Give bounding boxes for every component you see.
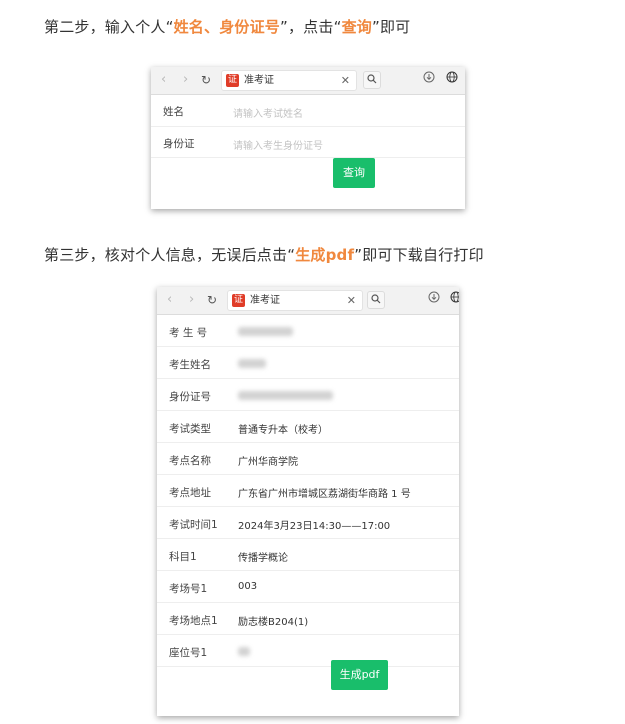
info-label: 考点地址 (169, 487, 211, 499)
step2-prefix: 第二步，输入个人 (44, 18, 166, 36)
globe-glyph (446, 71, 458, 83)
redacted-value (238, 327, 293, 336)
download-icon[interactable] (425, 291, 443, 309)
browser-toolbar: ‹ › ↻ 证 准考证 ✕ (151, 67, 465, 95)
info-label: 考试时间1 (169, 519, 218, 531)
info-label: 考场地点1 (169, 615, 218, 627)
search-icon[interactable] (363, 71, 381, 89)
info-row: 座位号1 (157, 635, 459, 667)
generate-pdf-button[interactable]: 生成pdf (331, 660, 388, 690)
redacted-value (238, 647, 250, 656)
back-icon[interactable]: ‹ (161, 71, 166, 89)
name-label: 姓名 (163, 106, 184, 118)
info-value: 003 (238, 581, 258, 592)
query-button[interactable]: 查询 (333, 158, 375, 188)
id-label: 身份证 (163, 138, 195, 150)
search-icon[interactable] (367, 291, 385, 309)
info-row: 考生姓名 (157, 347, 459, 379)
step2-instruction: 第二步，输入个人“姓名、身份证号”，点击“查询”即可 (44, 16, 410, 37)
info-value: 2024年3月23日14:30——17:00 (238, 521, 391, 532)
query-form-screenshot: ‹ › ↻ 证 准考证 ✕ 姓名 请输入考试姓名 身份证 请输入考生身份证号 查… (151, 67, 465, 209)
info-row: 考点名称 广州华商学院 (157, 443, 459, 475)
globe-icon[interactable] (447, 291, 459, 309)
info-row: 考场号1 003 (157, 571, 459, 603)
name-input[interactable]: 请输入考试姓名 (233, 105, 303, 120)
info-label: 考生姓名 (169, 359, 211, 371)
forward-icon[interactable]: › (189, 291, 194, 309)
info-row: 考场地点1 励志楼B204(1) (157, 603, 459, 635)
admission-ticket-screenshot: ‹ › ↻ 证 准考证 ✕ 考 生 号 考生姓名 身份证号 考试类型 普通专升本… (157, 287, 459, 716)
info-row: 考试类型 普通专升本（校考） (157, 411, 459, 443)
favicon-icon: 证 (232, 294, 245, 307)
browser-tab[interactable]: 证 准考证 ✕ (227, 290, 363, 311)
quote-close: ” (371, 18, 380, 36)
step2-highlight: 姓名、身份证号 (173, 18, 280, 36)
redacted-value (238, 391, 333, 400)
id-row: 身份证 请输入考生身份证号 (151, 127, 465, 158)
info-row: 身份证号 (157, 379, 459, 411)
info-row: 考点地址 广东省广州市增城区荔湖街华商路 1 号 (157, 475, 459, 507)
info-label: 考场号1 (169, 583, 208, 595)
reload-icon[interactable]: ↻ (201, 71, 211, 89)
step3-highlight: 生成pdf (295, 246, 355, 264)
step3-prefix: 第三步，核对个人信息，无误后点击 (44, 246, 288, 264)
search-glyph (371, 294, 381, 304)
forward-icon[interactable]: › (183, 71, 188, 89)
info-row: 考试时间1 2024年3月23日14:30——17:00 (157, 507, 459, 539)
search-glyph (367, 74, 377, 84)
tab-title: 准考证 (250, 295, 280, 306)
step2-suffix: 即可 (379, 18, 411, 36)
info-value: 普通专升本（校考） (238, 425, 328, 436)
id-input[interactable]: 请输入考生身份证号 (233, 137, 323, 152)
info-value: 广州华商学院 (238, 457, 298, 468)
reload-icon[interactable]: ↻ (207, 291, 217, 309)
info-label: 座位号1 (169, 647, 208, 659)
step3-suffix: 即可下载自行打印 (362, 246, 484, 264)
download-glyph (423, 71, 435, 83)
favicon-icon: 证 (226, 74, 239, 87)
tab-title: 准考证 (244, 75, 274, 86)
info-row: 考 生 号 (157, 315, 459, 347)
info-label: 考试类型 (169, 423, 211, 435)
back-icon[interactable]: ‹ (167, 291, 172, 309)
quote-close: ” (354, 246, 363, 264)
info-label: 科目1 (169, 551, 197, 563)
download-glyph (428, 291, 440, 303)
info-label: 考 生 号 (169, 327, 208, 339)
quote-open: “ (333, 18, 342, 36)
browser-tab[interactable]: 证 准考证 ✕ (221, 70, 357, 91)
step2-middle: ，点击 (287, 18, 334, 36)
info-value: 广东省广州市增城区荔湖街华商路 1 号 (238, 489, 411, 500)
close-icon[interactable]: ✕ (341, 73, 350, 88)
redacted-value (238, 359, 266, 368)
name-row: 姓名 请输入考试姓名 (151, 95, 465, 127)
quote-open: “ (287, 246, 296, 264)
browser-toolbar: ‹ › ↻ 证 准考证 ✕ (157, 287, 459, 315)
info-label: 身份证号 (169, 391, 211, 403)
step3-instruction: 第三步，核对个人信息，无误后点击“生成pdf”即可下载自行打印 (44, 244, 484, 265)
download-icon[interactable] (420, 71, 438, 89)
globe-glyph (450, 291, 459, 303)
quote-open: “ (165, 18, 174, 36)
info-value: 励志楼B204(1) (238, 617, 309, 628)
info-row: 科目1 传播学概论 (157, 539, 459, 571)
globe-icon[interactable] (443, 71, 461, 89)
step2-button-ref: 查询 (341, 18, 372, 36)
info-value: 传播学概论 (238, 553, 288, 564)
info-label: 考点名称 (169, 455, 211, 467)
quote-close: ” (280, 18, 288, 36)
close-icon[interactable]: ✕ (347, 293, 356, 308)
